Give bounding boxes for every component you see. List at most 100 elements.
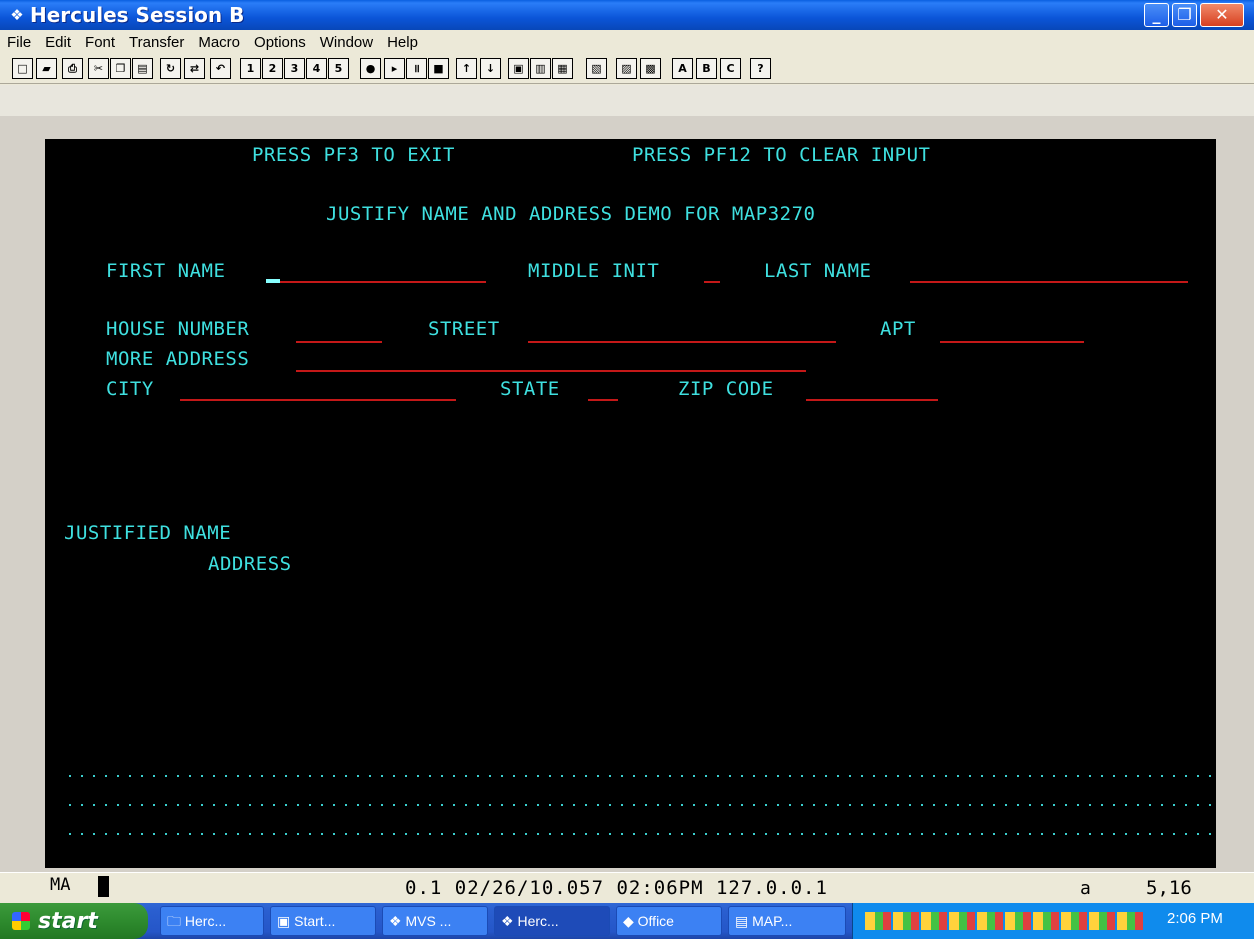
document-icon: ▤ xyxy=(735,913,753,929)
last-name-field[interactable] xyxy=(910,281,1188,283)
disconnect-icon[interactable]: ⇄ xyxy=(184,58,205,79)
maximize-button[interactable]: ❐ xyxy=(1172,3,1197,27)
hercules-window: ❖ Hercules Session B _ ❐ ✕ File Edit Fon… xyxy=(0,0,1254,939)
task-office[interactable]: ◆ Office xyxy=(616,906,722,936)
task-label: Herc... xyxy=(517,913,559,929)
macro-4-icon[interactable]: 4 xyxy=(306,58,327,79)
last-name-label: LAST NAME xyxy=(764,260,872,282)
status-bar: MA 0.1 02/26/10.057 02:06PM 127.0.0.1 a … xyxy=(0,872,1254,901)
reconnect-icon[interactable]: ↻ xyxy=(160,58,181,79)
window-title: Hercules Session B xyxy=(30,3,245,27)
status-shift: a xyxy=(1080,878,1091,899)
middle-init-field[interactable] xyxy=(704,281,720,283)
input-line-1[interactable] xyxy=(64,775,1216,777)
menu-transfer[interactable]: Transfer xyxy=(122,34,191,51)
console-icon: ▣ xyxy=(277,913,295,929)
macro-2-icon[interactable]: 2 xyxy=(262,58,283,79)
task-mvs[interactable]: ❖ MVS ... xyxy=(382,906,488,936)
copy-icon[interactable]: ❐ xyxy=(110,58,131,79)
task-hercules-1[interactable]: 🗀 Herc... xyxy=(160,906,264,936)
status-info: 0.1 02/26/10.057 02:06PM 127.0.0.1 xyxy=(405,877,828,899)
middle-init-label: MIDDLE INIT xyxy=(528,260,660,282)
tray-icons[interactable] xyxy=(865,912,1145,930)
stop-icon[interactable]: ■ xyxy=(428,58,449,79)
folder-icon: 🗀 xyxy=(167,913,185,929)
terminal-icon: ❖ xyxy=(501,913,518,929)
paste-icon[interactable]: ▤ xyxy=(132,58,153,79)
open-folder-icon[interactable]: ▰ xyxy=(36,58,57,79)
state-label: STATE xyxy=(500,378,560,400)
office-icon: ◆ xyxy=(623,913,638,929)
text-cursor xyxy=(266,279,280,283)
status-cursor-position: 5,16 xyxy=(1146,877,1192,899)
task-map[interactable]: ▤ MAP... xyxy=(728,906,846,936)
city-label: CITY xyxy=(106,378,154,400)
cut-icon[interactable]: ✂ xyxy=(88,58,109,79)
task-label: MVS ... xyxy=(405,913,452,929)
display-icon[interactable]: ▥ xyxy=(530,58,551,79)
notes-icon[interactable]: ▨ xyxy=(616,58,637,79)
more-address-field[interactable] xyxy=(296,370,806,372)
session-b-icon[interactable]: B xyxy=(696,58,717,79)
system-tray: 2:06 PM xyxy=(852,903,1254,939)
status-mode: MA xyxy=(50,875,71,895)
keyboard-icon[interactable]: ▦ xyxy=(552,58,573,79)
toolbar: □ ▰ ⎙ ✂ ❐ ▤ ↻ ⇄ ↶ 1 2 3 4 5 ● ▸ ॥ ■ ↑ ↓ ▣ ▥ ▦ ▧ ▨ ▩ A B C? xyxy=(0,54,1254,84)
taskbar: start 🗀 Herc... ▣ Start... ❖ MVS ... ❖ H… xyxy=(0,903,1254,939)
terminal-icon: ❖ xyxy=(389,913,406,929)
first-name-field[interactable] xyxy=(266,281,486,283)
apt-field[interactable] xyxy=(940,341,1084,343)
menu-help[interactable]: Help xyxy=(380,34,425,51)
title-bar[interactable]: ❖ Hercules Session B _ ❐ ✕ xyxy=(0,0,1254,30)
new-document-icon[interactable]: □ xyxy=(12,58,33,79)
terminal-screen[interactable] xyxy=(45,139,1216,868)
macro-5-icon[interactable]: 5 xyxy=(328,58,349,79)
windows-logo-icon xyxy=(12,912,30,930)
justified-name-label: JUSTIFIED NAME xyxy=(64,522,232,544)
zip-code-field[interactable] xyxy=(806,399,938,401)
session-c-icon[interactable]: C xyxy=(720,58,741,79)
status-block-cursor xyxy=(98,876,109,897)
clock: 2:06 PM xyxy=(1167,910,1223,927)
task-label: MAP... xyxy=(752,913,793,929)
first-name-label: FIRST NAME xyxy=(106,260,226,282)
menu-bar: File Edit Font Transfer Macro Options Wi… xyxy=(0,30,1254,54)
menu-macro[interactable]: Macro xyxy=(191,34,247,51)
settings-icon[interactable]: ▧ xyxy=(586,58,607,79)
input-line-3[interactable] xyxy=(64,833,1216,835)
help-icon[interactable]: ? xyxy=(750,58,771,79)
task-start[interactable]: ▣ Start... xyxy=(270,906,376,936)
minimize-button[interactable]: _ xyxy=(1144,3,1169,27)
arrow-down-icon[interactable]: ↓ xyxy=(480,58,501,79)
start-button[interactable]: start xyxy=(0,903,148,939)
record-icon[interactable]: ● xyxy=(360,58,381,79)
menu-options[interactable]: Options xyxy=(247,34,313,51)
print-icon[interactable]: ⎙ xyxy=(62,58,83,79)
task-hercules-2[interactable]: ❖ Herc... xyxy=(494,906,610,936)
menu-font[interactable]: Font xyxy=(78,34,122,51)
street-field[interactable] xyxy=(528,341,836,343)
city-field[interactable] xyxy=(180,399,456,401)
task-label: Start... xyxy=(294,913,336,929)
input-line-2[interactable] xyxy=(64,804,1216,806)
pause-icon[interactable]: ॥ xyxy=(406,58,427,79)
session-a-icon[interactable]: A xyxy=(672,58,693,79)
menu-edit[interactable]: Edit xyxy=(38,34,78,51)
arrow-up-icon[interactable]: ↑ xyxy=(456,58,477,79)
close-button[interactable]: ✕ xyxy=(1200,3,1244,27)
terminal-margin xyxy=(0,85,1254,117)
undo-icon[interactable]: ↶ xyxy=(210,58,231,79)
menu-file[interactable]: File xyxy=(0,34,38,51)
pf3-hint: PRESS PF3 TO EXIT xyxy=(252,144,455,166)
pf12-hint: PRESS PF12 TO CLEAR INPUT xyxy=(632,144,931,166)
macro-3-icon[interactable]: 3 xyxy=(284,58,305,79)
macro-1-icon[interactable]: 1 xyxy=(240,58,261,79)
menu-window[interactable]: Window xyxy=(313,34,380,51)
state-field[interactable] xyxy=(588,399,618,401)
start-label: start xyxy=(38,908,98,934)
house-number-field[interactable] xyxy=(296,341,382,343)
properties-icon[interactable]: ▣ xyxy=(508,58,529,79)
play-icon[interactable]: ▸ xyxy=(384,58,405,79)
sessions-icon[interactable]: ▩ xyxy=(640,58,661,79)
apt-label: APT xyxy=(880,318,916,340)
